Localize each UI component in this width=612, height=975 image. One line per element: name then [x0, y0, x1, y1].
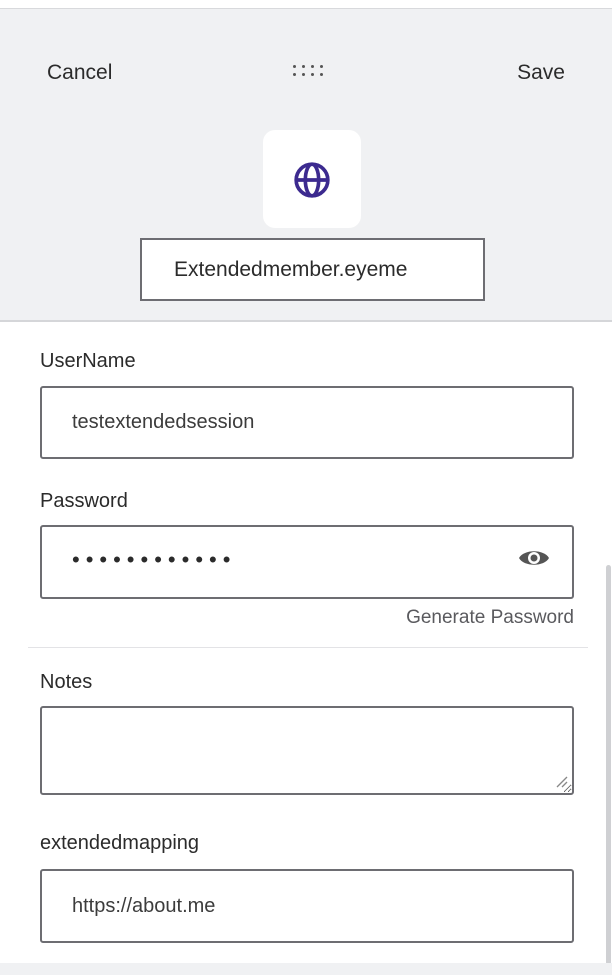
notes-label: Notes: [40, 671, 93, 693]
save-button[interactable]: Save: [517, 61, 565, 85]
password-masked-value: ••••••••••••: [72, 547, 237, 572]
username-label: UserName: [40, 350, 136, 372]
scrollbar[interactable]: [606, 565, 611, 965]
extendedmapping-input[interactable]: [40, 869, 574, 943]
globe-icon: [294, 162, 330, 198]
entry-title-input[interactable]: [140, 238, 485, 301]
notes-textarea[interactable]: [40, 706, 574, 795]
drag-dots-icon[interactable]: [291, 63, 331, 79]
extendedmapping-label: extendedmapping: [40, 832, 200, 854]
section-divider: [28, 647, 588, 648]
password-label: Password: [40, 490, 128, 512]
cancel-button[interactable]: Cancel: [47, 61, 112, 85]
eye-icon[interactable]: [518, 546, 550, 570]
generate-password-link[interactable]: Generate Password: [406, 607, 574, 629]
bottom-strip: [0, 963, 612, 975]
resize-grip-icon[interactable]: [554, 774, 568, 788]
username-input[interactable]: [40, 386, 574, 459]
site-icon-tile[interactable]: [263, 130, 361, 228]
entry-header: Cancel Save: [0, 8, 612, 322]
top-edge: [0, 0, 612, 8]
